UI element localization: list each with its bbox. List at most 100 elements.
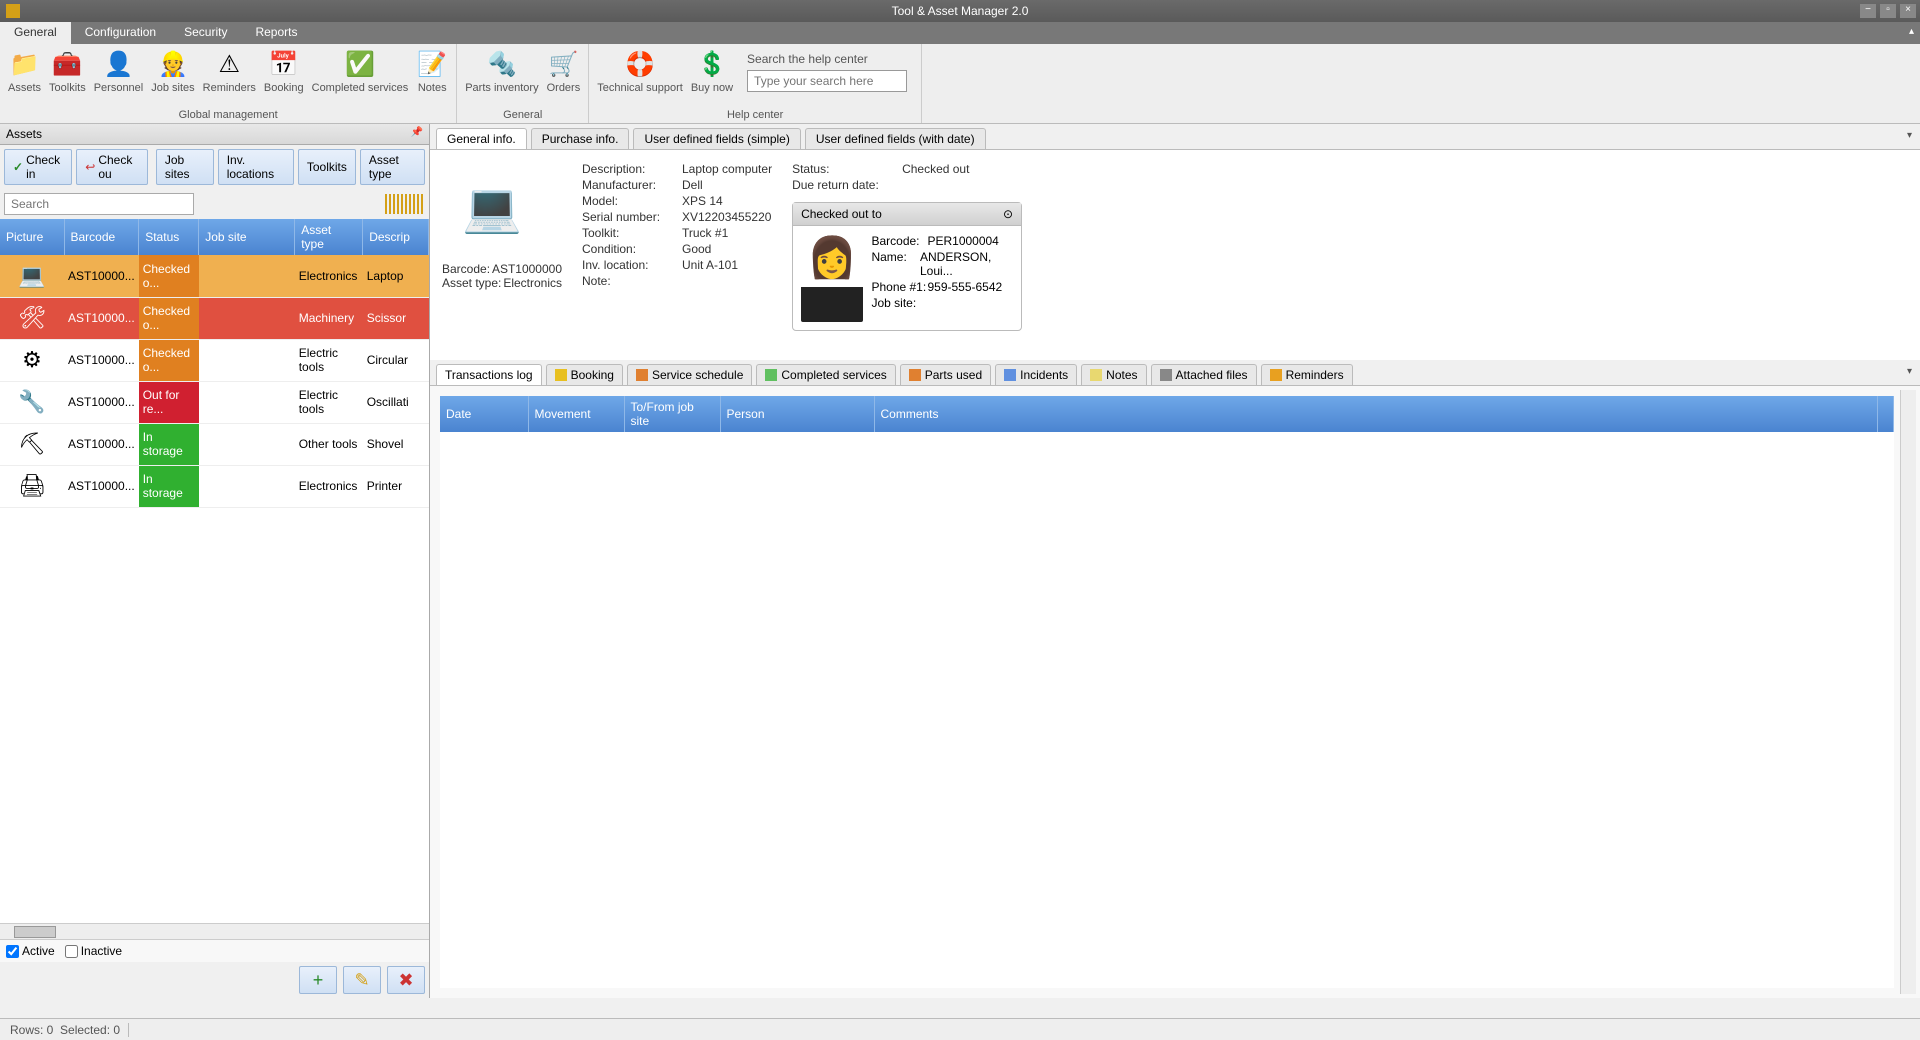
table-row[interactable]: ⚙ AST10000... Checked o... Electric tool… [0,339,429,381]
active-checkbox[interactable]: Active [6,944,55,958]
detail-tab-general[interactable]: General info. [436,128,527,149]
support-icon: 🛟 [624,48,656,80]
filter-asset-type[interactable]: Asset type [360,149,425,185]
close-button[interactable]: × [1900,4,1916,18]
table-row[interactable]: ⛏ AST10000... In storage Other tools Sho… [0,423,429,465]
detail-tab-udf-simple[interactable]: User defined fields (simple) [633,128,800,149]
check-out-button[interactable]: Check ou [76,149,148,185]
status-selected: Selected: 0 [60,1023,120,1037]
detail-tab-udf-date[interactable]: User defined fields (with date) [805,128,986,149]
ribbon-technical-support[interactable]: 🛟Technical support [593,46,687,109]
panel-title: Assets [6,127,42,141]
detail-tabs-dropdown-icon[interactable]: ▾ [1907,130,1912,141]
log-tab-incidents[interactable]: Incidents [995,364,1077,385]
table-row[interactable]: 🔧 AST10000... Out for re... Electric too… [0,381,429,423]
filter-inv-locations[interactable]: Inv. locations [218,149,294,185]
filter-toolkits[interactable]: Toolkits [298,149,356,185]
asset-inv-location: Unit A-101 [682,258,738,272]
delete-button[interactable]: ✖ [387,966,425,994]
col-job-site[interactable]: Job site [199,219,295,255]
edit-button[interactable]: ✎ [343,966,381,994]
ribbon-buy-now[interactable]: 💲Buy now [687,46,737,109]
collapse-icon[interactable]: ⊙ [1003,207,1013,221]
inactive-checkbox[interactable]: Inactive [65,944,122,958]
calendar-icon: 📅 [268,48,300,80]
col-asset-type[interactable]: Asset type [295,219,363,255]
ribbon-toolkits[interactable]: 🧰Toolkits [45,46,90,109]
ribbon-notes[interactable]: 📝Notes [412,46,452,109]
ribbon-reminders[interactable]: ⚠Reminders [199,46,260,109]
log-col-comments[interactable]: Comments [874,396,1878,432]
log-tab-notes[interactable]: Notes [1081,364,1146,385]
log-tab-files[interactable]: Attached files [1151,364,1257,385]
pin-icon[interactable]: 📌 [411,127,423,141]
status-bar: Rows: 0 Selected: 0 [0,1018,1920,1040]
help-search-input[interactable] [747,70,907,92]
log-col-person[interactable]: Person [720,396,874,432]
person-icon: 👤 [102,48,134,80]
col-description[interactable]: Descrip [363,219,429,255]
ribbon-personnel[interactable]: 👤Personnel [90,46,148,109]
asset-search-input[interactable] [4,193,194,215]
folder-icon: 📁 [9,48,41,80]
col-status[interactable]: Status [139,219,199,255]
cart-icon: 🛒 [547,48,579,80]
log-tab-parts[interactable]: Parts used [900,364,991,385]
table-row[interactable]: 🖨 AST10000... In storage Electronics Pri… [0,465,429,507]
warning-icon [1270,369,1282,381]
assets-grid[interactable]: Picture Barcode Status Job site Asset ty… [0,219,429,923]
asset-thumbnail: 🖨 [0,465,64,507]
log-tabs-dropdown-icon[interactable]: ▾ [1907,366,1912,377]
log-tab-schedule[interactable]: Service schedule [627,364,752,385]
filter-job-sites[interactable]: Job sites [156,149,214,185]
detail-tab-purchase[interactable]: Purchase info. [531,128,630,149]
ribbon-orders[interactable]: 🛒Orders [543,46,585,109]
transactions-grid[interactable]: Date Movement To/From job site Person Co… [440,396,1894,988]
log-col-tofrom[interactable]: To/From job site [624,396,720,432]
log-col-date[interactable]: Date [440,396,528,432]
col-picture[interactable]: Picture [0,219,64,255]
log-tab-booking[interactable]: Booking [546,364,623,385]
ribbon-booking[interactable]: 📅Booking [260,46,308,109]
table-row[interactable]: 🛠 AST10000... Checked o... Machinery Sci… [0,297,429,339]
asset-thumbnail: 🔧 [0,381,64,423]
barcode-icon[interactable] [385,194,425,214]
ribbon-assets[interactable]: 📁Assets [4,46,45,109]
window-title: Tool & Asset Manager 2.0 [892,4,1029,18]
grid-horizontal-scrollbar[interactable] [0,923,429,939]
asset-toolkit: Truck #1 [682,226,728,240]
search-help-label: Search the help center [747,52,907,66]
log-vertical-scrollbar[interactable] [1900,390,1916,994]
asset-thumbnail: ⛏ [0,423,64,465]
tab-reports[interactable]: Reports [241,22,311,44]
table-row[interactable]: 💻 AST10000... Checked o... Electronics L… [0,255,429,297]
note-icon [1090,369,1102,381]
toolbox-icon: 🧰 [51,48,83,80]
minimize-button[interactable]: − [1860,4,1876,18]
tab-configuration[interactable]: Configuration [71,22,170,44]
attachment-icon [1160,369,1172,381]
ribbon-group-help: Help center [593,109,917,123]
check-in-button[interactable]: Check in [4,149,72,185]
maximize-button[interactable]: ▫ [1880,4,1896,18]
asset-manufacturer: Dell [682,178,703,192]
person-photo: 👩 [801,234,863,322]
asset-thumbnail: ⚙ [0,339,64,381]
col-barcode[interactable]: Barcode [64,219,139,255]
dollar-icon: 💲 [696,48,728,80]
ribbon-completed-services[interactable]: ✅Completed services [308,46,413,109]
add-button[interactable]: + [299,966,337,994]
person-phone: 959-555-6542 [927,280,1002,294]
ribbon-job-sites[interactable]: 👷Job sites [147,46,198,109]
log-tab-transactions[interactable]: Transactions log [436,364,542,385]
log-tab-reminders[interactable]: Reminders [1261,364,1353,385]
tab-general[interactable]: General [0,22,71,44]
log-col-movement[interactable]: Movement [528,396,624,432]
ribbon-parts-inventory[interactable]: 🔩Parts inventory [461,46,542,109]
detail-panel: General info. Purchase info. User define… [430,124,1920,998]
check-icon [765,369,777,381]
collapse-ribbon-icon[interactable]: ▴ [1909,26,1914,37]
menu-tabs: General Configuration Security Reports ▴ [0,22,1920,44]
log-tab-completed[interactable]: Completed services [756,364,895,385]
tab-security[interactable]: Security [170,22,241,44]
